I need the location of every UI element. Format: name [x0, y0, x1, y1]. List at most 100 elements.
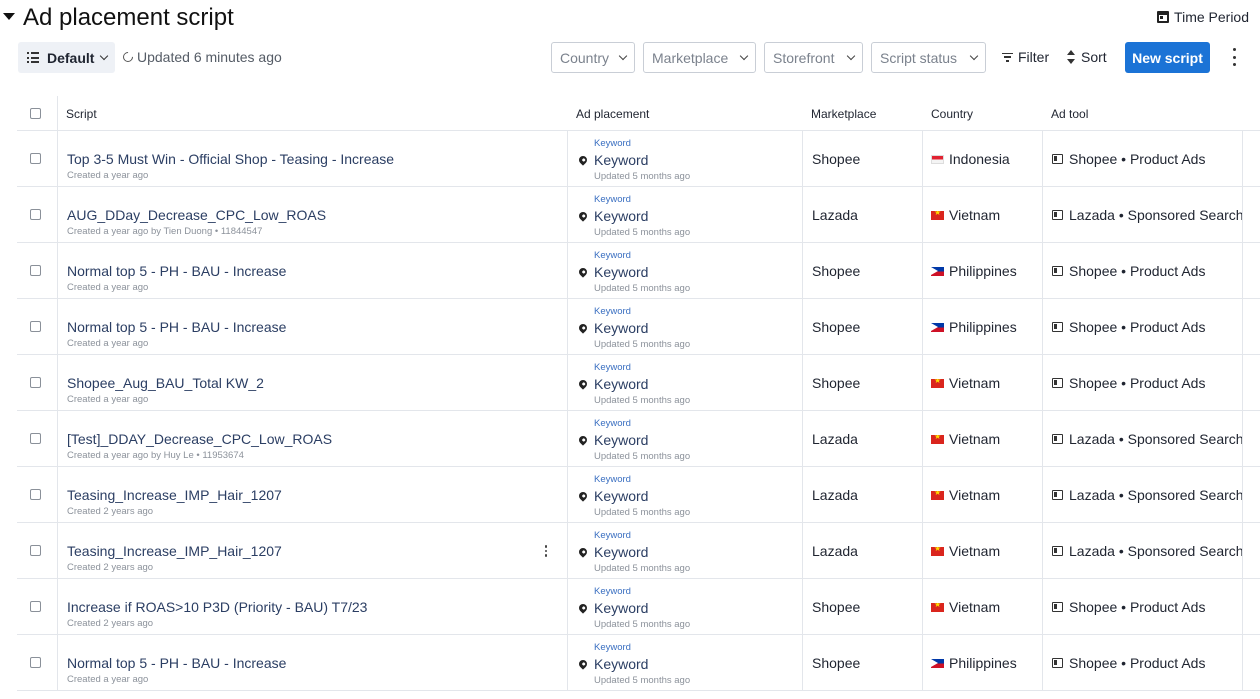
refresh-icon[interactable] [120, 49, 136, 65]
script-name-link[interactable]: Shopee_Aug_BAU_Total KW_2 [67, 375, 264, 391]
placement-updated: Updated 5 months ago [594, 675, 691, 686]
ad-tool-name: Lazada • Sponsored Search [1069, 431, 1242, 447]
column-divider [57, 467, 58, 522]
ad-tool-name: Shopee • Product Ads [1069, 599, 1206, 615]
column-divider [1242, 299, 1243, 354]
script-name-link[interactable]: Normal top 5 - PH - BAU - Increase [67, 263, 286, 279]
column-divider [57, 243, 58, 298]
column-divider [57, 523, 58, 578]
row-checkbox[interactable] [30, 321, 41, 332]
script-name-link[interactable]: Teasing_Increase_IMP_Hair_1207 [67, 543, 282, 559]
country-cell: Vietnam [931, 207, 1000, 223]
row-more-icon[interactable] [535, 540, 557, 562]
column-divider [1242, 355, 1243, 410]
column-divider [1242, 131, 1243, 186]
script-name-link[interactable]: Normal top 5 - PH - BAU - Increase [67, 319, 286, 335]
column-divider [1042, 131, 1043, 186]
placement-type: Keyword [594, 250, 631, 261]
placement-value: Keyword [594, 432, 649, 448]
table-row[interactable]: Top 3-5 Must Win - Official Shop - Teasi… [17, 131, 1260, 187]
select-all-checkbox[interactable] [30, 108, 41, 119]
script-name-link[interactable]: AUG_DDay_Decrease_CPC_Low_ROAS [67, 207, 326, 223]
storefront-dropdown[interactable]: Storefront [764, 42, 863, 73]
updated-status: Updated 6 minutes ago [120, 49, 282, 65]
column-header-marketplace[interactable]: Marketplace [811, 107, 876, 121]
ad-tool-icon [1052, 154, 1063, 164]
table-row[interactable]: Normal top 5 - PH - BAU - Increase Creat… [17, 299, 1260, 355]
table-row[interactable]: [Test]_DDAY_Decrease_CPC_Low_ROAS Create… [17, 411, 1260, 467]
column-header-ad-placement[interactable]: Ad placement [576, 107, 649, 121]
placement-type: Keyword [594, 642, 631, 653]
country-dropdown[interactable]: Country [551, 42, 635, 73]
country-name: Philippines [949, 319, 1017, 335]
list-icon [27, 52, 39, 63]
column-divider [802, 411, 803, 466]
column-divider [1242, 635, 1243, 690]
row-checkbox[interactable] [30, 601, 41, 612]
marketplace-cell: Shopee [812, 599, 861, 615]
row-checkbox[interactable] [30, 377, 41, 388]
ad-tool-cell: Lazada • Sponsored Search [1052, 543, 1242, 559]
column-divider [567, 299, 568, 354]
row-checkbox[interactable] [30, 265, 41, 276]
row-checkbox[interactable] [30, 153, 41, 164]
table-row[interactable]: Normal top 5 - PH - BAU - Increase Creat… [17, 243, 1260, 299]
placement-type: Keyword [594, 418, 631, 429]
country-flag-icon [931, 210, 944, 220]
column-header-country[interactable]: Country [931, 107, 973, 121]
ad-tool-cell: Lazada • Sponsored Search [1052, 487, 1242, 503]
table-row[interactable]: Teasing_Increase_IMP_Hair_1207 Created 2… [17, 523, 1260, 579]
marketplace-cell: Shopee [812, 375, 861, 391]
script-status-dropdown[interactable]: Script status [871, 42, 986, 73]
ad-tool-name: Shopee • Product Ads [1069, 655, 1206, 671]
placement-updated: Updated 5 months ago [594, 171, 691, 182]
table-row[interactable]: Teasing_Increase_IMP_Hair_1207 Created 2… [17, 467, 1260, 523]
time-period-label: Time Period [1174, 9, 1249, 25]
column-divider [922, 411, 923, 466]
row-checkbox[interactable] [30, 209, 41, 220]
script-name-link[interactable]: Top 3-5 Must Win - Official Shop - Teasi… [67, 151, 394, 167]
column-divider [567, 635, 568, 690]
more-options-icon[interactable] [1230, 48, 1238, 66]
sort-button[interactable]: Sort [1067, 49, 1107, 65]
placement-type: Keyword [594, 586, 631, 597]
ad-tool-icon [1052, 266, 1063, 276]
time-period-button[interactable]: Time Period [1157, 9, 1249, 25]
script-name-link[interactable]: Normal top 5 - PH - BAU - Increase [67, 655, 286, 671]
script-name-link[interactable]: Increase if ROAS>10 P3D (Priority - BAU)… [67, 599, 367, 615]
table-row[interactable]: Shopee_Aug_BAU_Total KW_2 Created a year… [17, 355, 1260, 411]
table-row[interactable]: Increase if ROAS>10 P3D (Priority - BAU)… [17, 579, 1260, 635]
column-divider [1042, 467, 1043, 522]
row-checkbox[interactable] [30, 489, 41, 500]
ad-tool-cell: Shopee • Product Ads [1052, 599, 1242, 615]
location-pin-icon [577, 490, 589, 502]
location-pin-icon [577, 210, 589, 222]
new-script-button[interactable]: New script [1125, 42, 1210, 73]
country-cell: Philippines [931, 655, 1017, 671]
column-divider [57, 411, 58, 466]
column-header-script[interactable]: Script [66, 107, 97, 121]
ad-tool-cell: Shopee • Product Ads [1052, 263, 1242, 279]
column-divider [802, 579, 803, 634]
script-name-link[interactable]: Teasing_Increase_IMP_Hair_1207 [67, 487, 282, 503]
table-row[interactable]: AUG_DDay_Decrease_CPC_Low_ROAS Created a… [17, 187, 1260, 243]
storefront-dropdown-label: Storefront [773, 49, 835, 66]
row-checkbox[interactable] [30, 657, 41, 668]
row-checkbox[interactable] [30, 545, 41, 556]
script-name-link[interactable]: [Test]_DDAY_Decrease_CPC_Low_ROAS [67, 431, 332, 447]
script-meta: Created 2 years ago [67, 506, 154, 517]
placement-type: Keyword [594, 474, 631, 485]
view-select[interactable]: Default [18, 42, 115, 73]
row-checkbox[interactable] [30, 433, 41, 444]
collapse-caret-icon[interactable] [3, 13, 15, 20]
placement-updated: Updated 5 months ago [594, 227, 691, 238]
table-row[interactable]: Normal top 5 - PH - BAU - Increase Creat… [17, 635, 1260, 691]
filter-button[interactable]: Filter [1002, 49, 1049, 65]
chevron-down-icon [846, 51, 856, 60]
column-divider [922, 355, 923, 410]
marketplace-dropdown[interactable]: Marketplace [643, 42, 756, 73]
column-header-ad-tool[interactable]: Ad tool [1051, 107, 1088, 121]
country-cell: Indonesia [931, 151, 1010, 167]
column-divider [802, 243, 803, 298]
script-meta: Created a year ago [67, 170, 149, 181]
